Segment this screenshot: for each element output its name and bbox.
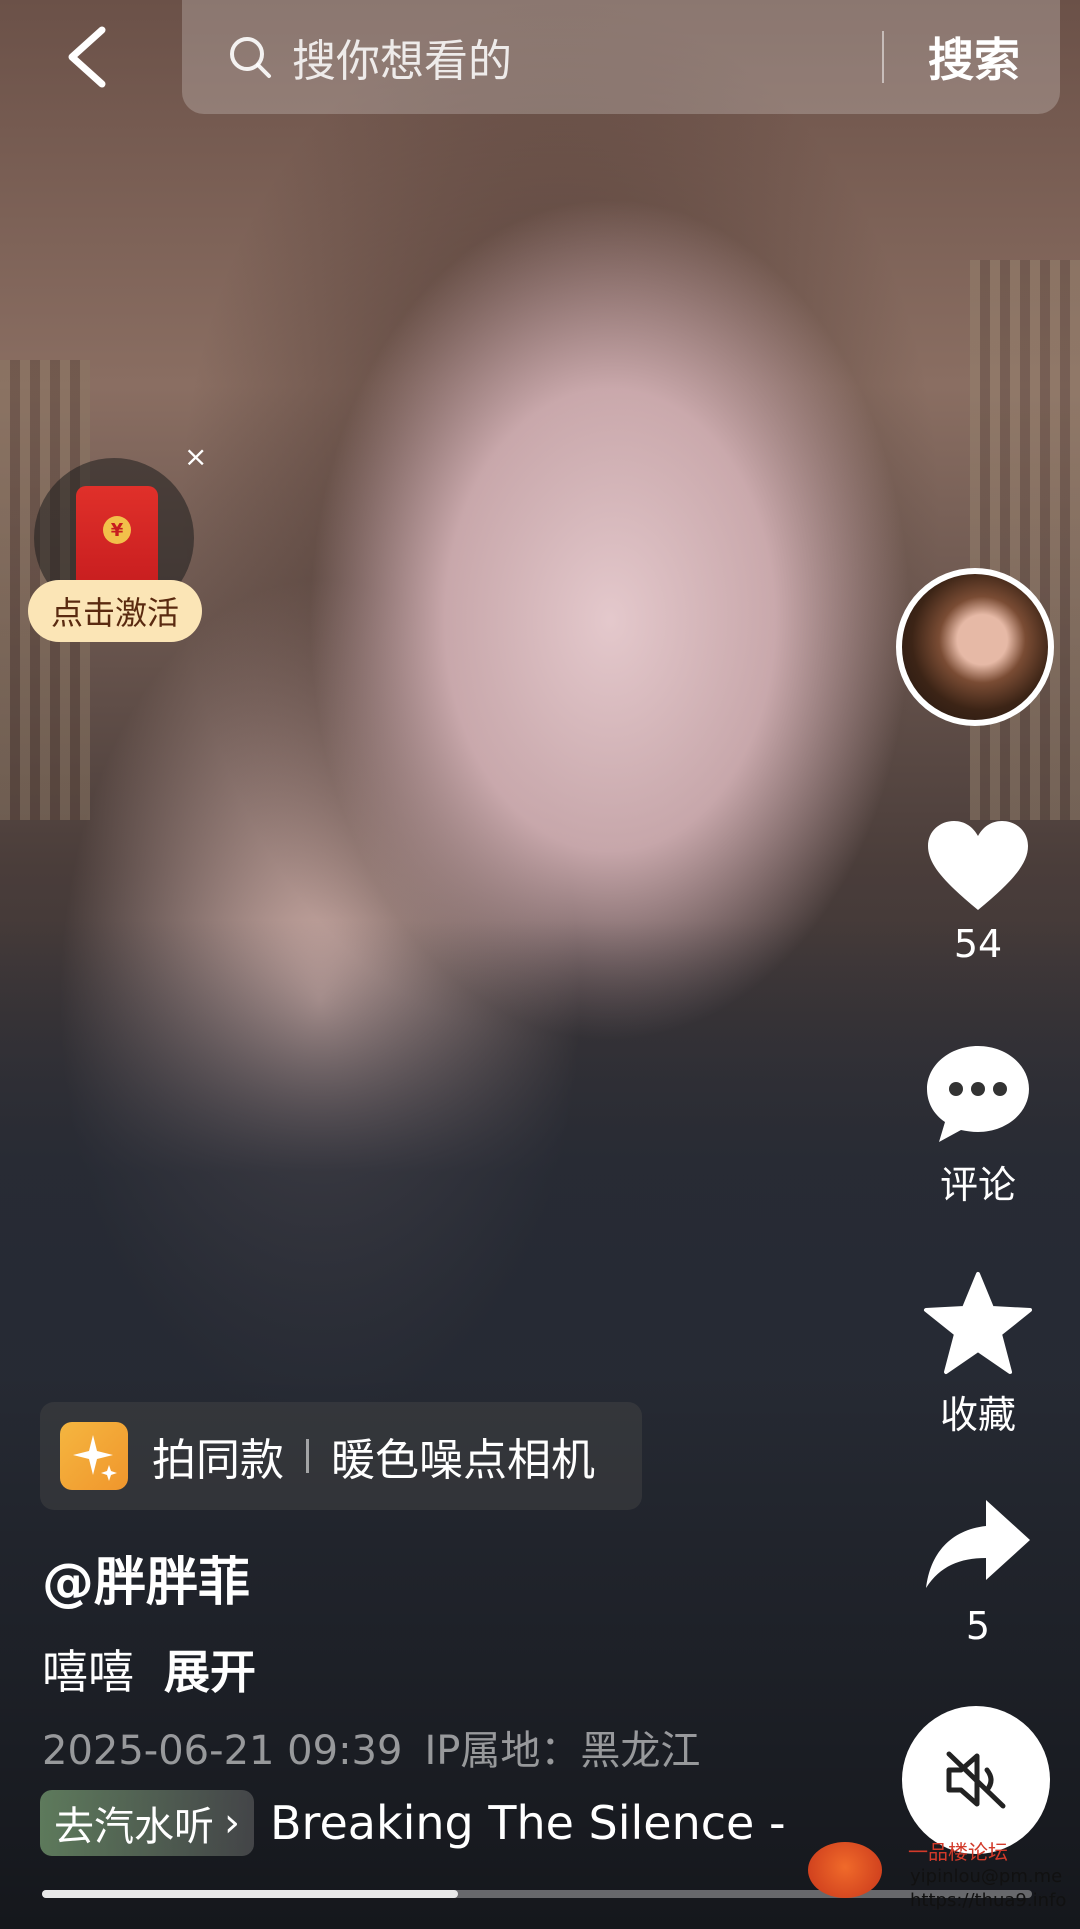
search-divider [882, 31, 884, 83]
ip-location: IP属地：黑龙江 [424, 1728, 701, 1774]
comment-icon [927, 1046, 1029, 1142]
effect-name: 暖色噪点相机 [331, 1435, 595, 1486]
speaker-muted-icon [946, 1751, 1006, 1809]
post-meta: 2025-06-21 09:39 IP属地：黑龙江 [42, 1718, 700, 1776]
share-arrow-icon [926, 1500, 1030, 1588]
like-button[interactable]: 54 [908, 818, 1048, 966]
heart-icon [928, 821, 1028, 910]
search-input[interactable]: 搜你想看的 [292, 25, 882, 89]
chevron-left-icon [68, 26, 106, 88]
favorite-label: 收藏 [939, 1393, 1016, 1437]
back-button[interactable] [58, 24, 118, 90]
caption-text: 嘻嘻 [42, 1645, 134, 1699]
author-avatar[interactable] [896, 568, 1054, 726]
watermark-line3: https://thua9.info [910, 1890, 1067, 1911]
watermark-line2: yipinlou@pm.me [910, 1866, 1063, 1887]
expand-button[interactable]: 展开 [164, 1645, 256, 1699]
share-count: 5 [965, 1604, 991, 1648]
watermark-logo-icon [808, 1842, 882, 1898]
star-icon [924, 1272, 1032, 1374]
comment-label: 评论 [939, 1163, 1016, 1207]
background-wall-right [970, 260, 1080, 820]
listen-label: 去汽水听 [54, 1804, 214, 1850]
chevron-right-icon: › [224, 1800, 240, 1846]
caption: 嘻嘻 展开 [42, 1636, 256, 1702]
music-title[interactable]: Breaking The Silence - [270, 1796, 786, 1850]
search-button[interactable]: 搜索 [928, 24, 1020, 90]
shoot-same-label: 拍同款 [152, 1435, 284, 1486]
activate-button[interactable]: 点击激活 [28, 580, 202, 642]
red-envelope-icon: ¥ [76, 486, 158, 590]
red-packet-close-button[interactable]: × [184, 440, 207, 473]
chip-divider [306, 1439, 309, 1473]
listen-in-app-button[interactable]: 去汽水听 › [40, 1790, 254, 1856]
mute-toggle-button[interactable] [902, 1706, 1050, 1854]
coin-icon: ¥ [103, 516, 131, 544]
share-button[interactable]: 5 [908, 1496, 1048, 1648]
search-bar[interactable]: 搜你想看的 搜索 [182, 0, 1060, 114]
watermark-line1: 一品楼论坛 [908, 1840, 1008, 1864]
site-watermark: 一品楼论坛 yipinlou@pm.me https://thua9.info [808, 1836, 1066, 1926]
post-datetime: 2025-06-21 09:39 [42, 1728, 403, 1774]
playback-progress-fill [42, 1890, 458, 1898]
search-icon [230, 37, 271, 78]
shoot-same-template-chip[interactable]: 拍同款 暖色噪点相机 [40, 1402, 642, 1510]
comment-button[interactable]: 评论 [908, 1042, 1048, 1209]
favorite-button[interactable]: 收藏 [908, 1270, 1048, 1439]
like-count: 54 [953, 922, 1003, 966]
sparkle-icon [60, 1422, 128, 1490]
author-name[interactable]: @胖胖菲 [42, 1540, 250, 1615]
music-row[interactable]: 去汽水听 › Breaking The Silence - [40, 1790, 786, 1856]
